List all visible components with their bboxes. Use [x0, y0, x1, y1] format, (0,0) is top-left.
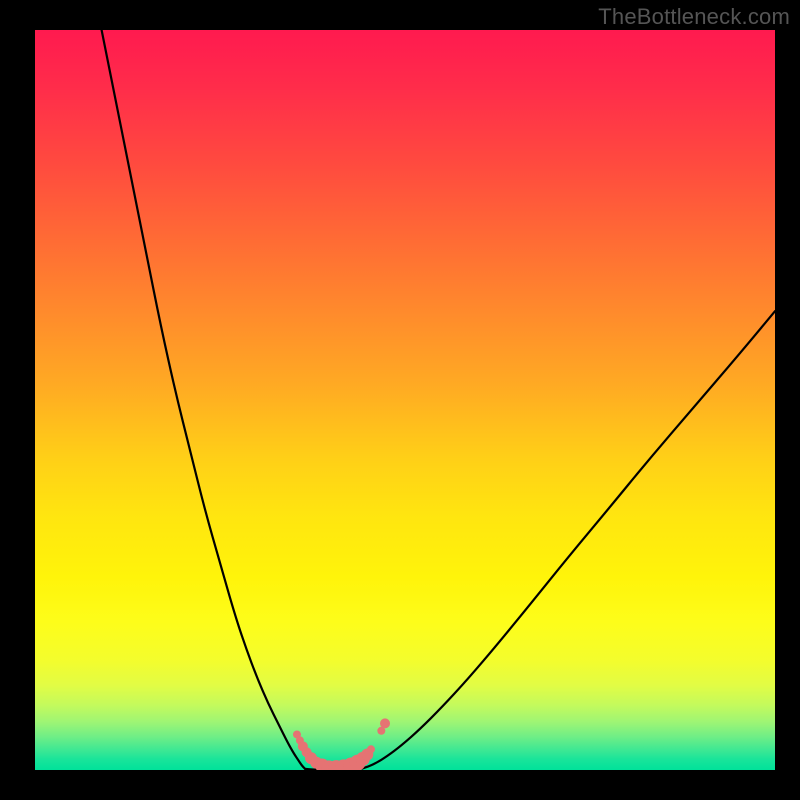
chart-frame: TheBottleneck.com	[0, 0, 800, 800]
data-point	[367, 745, 375, 753]
gradient-background	[35, 30, 775, 770]
watermark-text: TheBottleneck.com	[598, 4, 790, 30]
chart-svg	[35, 30, 775, 770]
data-point	[380, 718, 390, 728]
plot-area	[35, 30, 775, 770]
